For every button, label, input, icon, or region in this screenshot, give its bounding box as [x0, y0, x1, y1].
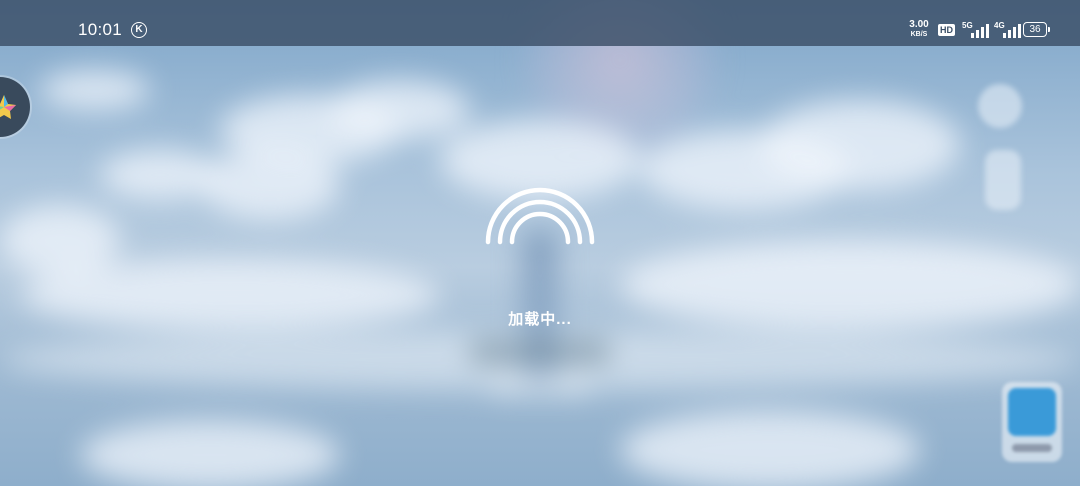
floating-app-widget[interactable] — [1002, 382, 1062, 462]
background-progress-bar-blurred — [470, 340, 610, 364]
status-bar: 10:01 K 3.00 KB/S HD 5G 4G 36 — [0, 0, 1080, 46]
widget-icon — [1008, 388, 1056, 436]
background-cloud — [760, 100, 960, 190]
loading-arcs-icon — [485, 187, 595, 245]
network-speed: 3.00 KB/S — [905, 19, 933, 39]
network-speed-unit: KB/S — [910, 31, 928, 38]
star-logo-icon — [0, 95, 16, 119]
blurred-side-element — [985, 150, 1021, 210]
signal-bars-icon — [1003, 24, 1021, 38]
widget-label-blurred — [1012, 444, 1052, 452]
background-cloud — [40, 70, 150, 110]
background-cloud — [620, 410, 920, 486]
background-cloud — [620, 240, 1080, 330]
status-clock: 10:01 — [78, 20, 123, 39]
signal-bars-icon — [971, 24, 989, 38]
loading-text: 加载中... — [508, 311, 572, 328]
battery-icon: 36 — [1023, 22, 1050, 37]
blurred-round-button — [978, 84, 1022, 128]
background-cloud — [0, 205, 120, 275]
background-cloud — [200, 150, 340, 220]
background-cloud — [330, 80, 470, 140]
network-speed-value: 3.00 — [909, 19, 929, 30]
hd-voice-icon: HD — [938, 24, 955, 36]
background-cloud — [20, 260, 440, 330]
background-cloud — [80, 420, 340, 486]
sim1-signal-icon: 5G — [962, 22, 989, 38]
sim2-signal-icon: 4G — [994, 22, 1021, 38]
k-notification-icon: K — [131, 22, 147, 38]
game-loading-screen: 10:01 K 3.00 KB/S HD 5G 4G 36 加载中... — [0, 0, 1080, 486]
floating-assistant-button[interactable] — [0, 77, 30, 137]
background-caption-blurred — [490, 380, 590, 396]
